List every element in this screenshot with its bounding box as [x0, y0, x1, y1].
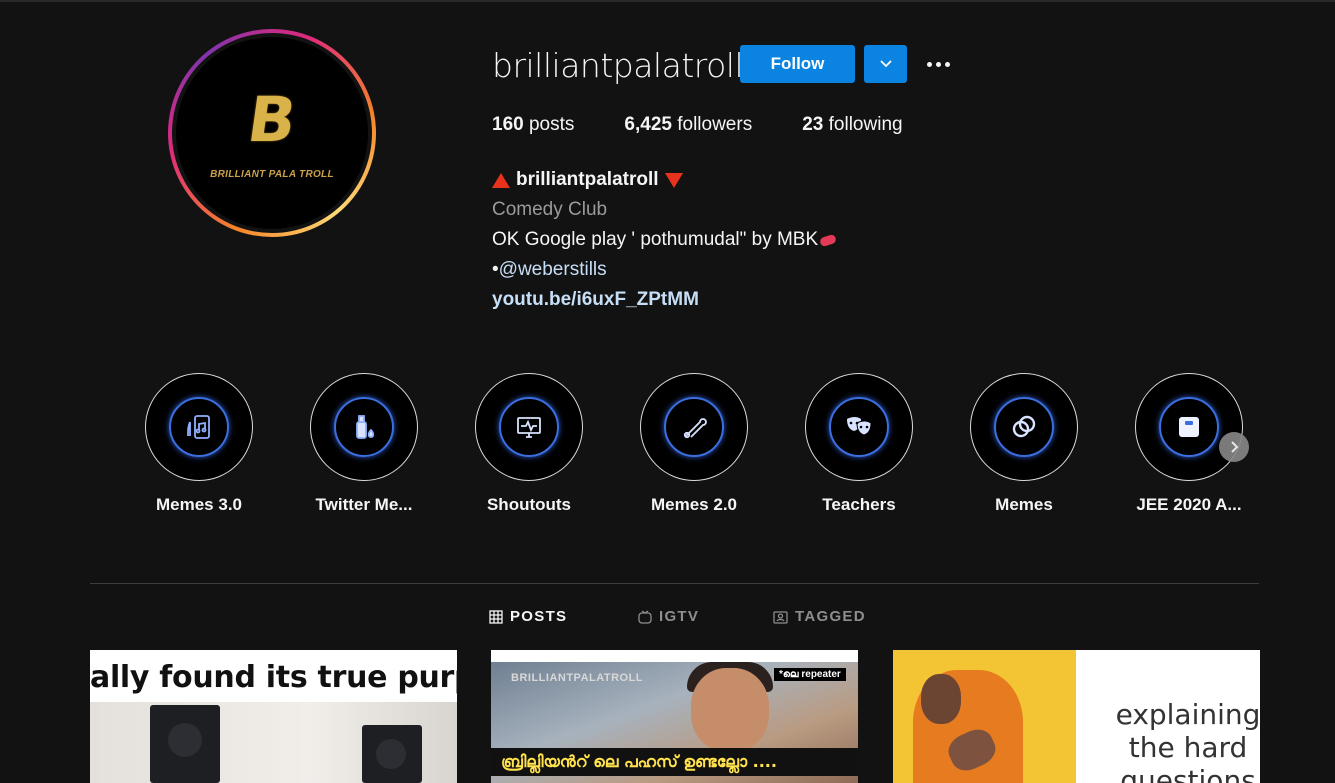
- posts-count: 160: [492, 114, 524, 135]
- igtv-icon: [638, 609, 652, 624]
- highlight-label: JEE 2020 A...: [1136, 495, 1242, 514]
- tab-label: TAGGED: [795, 608, 866, 625]
- post-thumbnail[interactable]: ally found its true purp: [90, 650, 457, 783]
- followers-stat[interactable]: 6,425 followers: [624, 114, 752, 136]
- post-caption: ally found its true purp: [90, 660, 457, 695]
- highlights-next-button[interactable]: [1219, 432, 1249, 462]
- tabs-divider: [90, 583, 1259, 584]
- highlight-label: Shoutouts: [486, 495, 572, 514]
- profile-category: Comedy Club: [492, 199, 608, 220]
- dot-icon: [944, 61, 950, 67]
- more-options-button[interactable]: [922, 53, 954, 75]
- highlight-jee-2020[interactable]: JEE 2020 A...: [1135, 373, 1243, 514]
- speaker-image: [150, 705, 220, 783]
- red-triangle-down-icon: [664, 172, 683, 188]
- highlight-teachers[interactable]: Teachers: [805, 373, 913, 514]
- post-tag: *ലെ repeater: [774, 668, 846, 681]
- mention-link[interactable]: @weberstills: [499, 259, 607, 280]
- suggested-dropdown-button[interactable]: [864, 45, 907, 83]
- full-name-text: brilliantpalatroll: [516, 169, 659, 190]
- tab-label: IGTV: [659, 608, 700, 625]
- followers-label: followers: [677, 114, 753, 135]
- bullet: •: [492, 259, 499, 280]
- post-thumbnail[interactable]: explaining the hard questions: [893, 650, 1260, 783]
- highlight-memes-3[interactable]: Memes 3.0: [145, 373, 253, 514]
- post-text: explaining the hard questions: [1115, 698, 1260, 783]
- meme-panel: [893, 650, 1076, 783]
- follow-button[interactable]: Follow: [740, 45, 855, 83]
- following-count: 23: [802, 114, 824, 135]
- theater-masks-icon: [847, 417, 872, 436]
- highlight-label: Memes: [995, 495, 1053, 514]
- profile-username: brilliantpalatroll: [492, 46, 744, 85]
- bio-external-link[interactable]: youtu.be/i6uxF_ZPtMM: [492, 285, 838, 315]
- tagged-icon: [773, 610, 788, 624]
- bio-mention-line: •@weberstills: [492, 255, 838, 285]
- chevron-right-icon: [1231, 441, 1239, 453]
- bio-line: OK Google play ' pothumudal" by MBK: [492, 225, 838, 255]
- followers-count: 6,425: [624, 114, 672, 135]
- meme-person: [913, 670, 1023, 783]
- dot-icon: [926, 61, 932, 67]
- avatar-logo-letter: B: [243, 83, 301, 156]
- phone-music-icon: [187, 415, 210, 439]
- profile-stats: 160 posts 6,425 followers 23 following: [492, 114, 953, 136]
- posts-count-stat: 160 posts: [492, 114, 574, 136]
- highlight-twitter-memes[interactable]: Twitter Me...: [310, 373, 418, 514]
- person-face: [691, 668, 769, 752]
- profile-bio: brilliantpalatroll Comedy Club OK Google…: [492, 165, 838, 315]
- tab-posts[interactable]: POSTS: [489, 608, 567, 625]
- top-border: [0, 0, 1335, 2]
- highlight-label: Twitter Me...: [315, 495, 413, 514]
- red-triangle-up-icon: [492, 172, 510, 188]
- post-watermark: BRILLIANTPALATROLL: [511, 672, 644, 684]
- following-label: following: [828, 114, 903, 135]
- chevron-down-icon: [879, 60, 892, 68]
- highlight-memes[interactable]: Memes: [970, 373, 1078, 514]
- tab-label: POSTS: [510, 608, 568, 625]
- highlight-shoutouts[interactable]: Shoutouts: [475, 373, 583, 514]
- bottle-icon: [356, 415, 375, 439]
- tab-igtv[interactable]: IGTV: [638, 608, 699, 625]
- tab-tagged[interactable]: TAGGED: [773, 608, 866, 625]
- monitor-pulse-icon: [517, 417, 541, 438]
- posts-label: posts: [528, 114, 575, 135]
- speaker-image: [362, 725, 422, 783]
- scale-icon: [1179, 417, 1199, 437]
- dot-icon: [935, 61, 941, 67]
- highlight-label: Memes 3.0: [156, 495, 242, 514]
- rings-icon: [1012, 415, 1036, 438]
- avatar-logo-text: BRILLIANT PALA TROLL: [210, 169, 334, 180]
- post-subtitle: ബ്രില്ലിയൻറ് ലെ പഹസ് ഉണ്ടല്ലോ ....: [491, 748, 858, 776]
- following-stat[interactable]: 23 following: [802, 114, 902, 136]
- grid-icon: [489, 609, 503, 624]
- profile-avatar[interactable]: B BRILLIANT PALA TROLL: [168, 29, 376, 237]
- highlight-label: Teachers: [822, 495, 896, 514]
- safety-pin-icon: [683, 418, 707, 439]
- highlight-memes-2[interactable]: Memes 2.0: [640, 373, 748, 514]
- post-thumbnail[interactable]: BRILLIANTPALATROLL *ലെ repeater ബ്രില്ലി…: [491, 650, 858, 783]
- profile-full-name: brilliantpalatroll: [492, 165, 838, 195]
- heart-icon: [818, 233, 838, 247]
- bio-text: OK Google play ' pothumudal" by MBK: [492, 229, 819, 250]
- highlight-label: Memes 2.0: [651, 495, 737, 514]
